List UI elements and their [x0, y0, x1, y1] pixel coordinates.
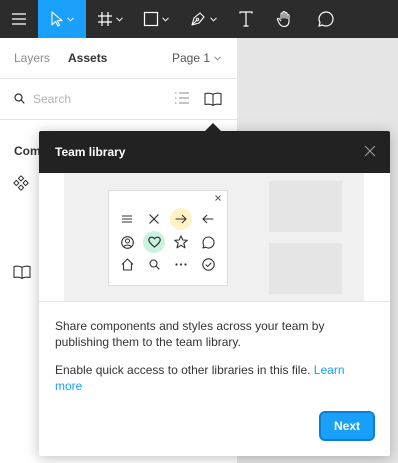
- frame-hash-icon: [97, 12, 112, 26]
- library-book-icon[interactable]: [13, 265, 31, 279]
- illustration-ellipsis-icon: [170, 253, 192, 275]
- illustration-placeholder-card: [269, 243, 342, 294]
- illustration-placeholder-card: [269, 181, 342, 232]
- list-view-icon[interactable]: [175, 92, 189, 104]
- tab-assets[interactable]: Assets: [68, 51, 107, 65]
- section-label: Com: [14, 144, 41, 158]
- hand-tool-button[interactable]: [265, 0, 305, 38]
- search-input[interactable]: [33, 90, 153, 108]
- chevron-down-icon: [162, 16, 169, 22]
- illustration-home-icon: [116, 253, 138, 275]
- illustration-close-icon: [143, 208, 165, 230]
- shape-tool-button[interactable]: [133, 0, 179, 38]
- chevron-down-icon: [67, 16, 74, 22]
- close-icon[interactable]: [364, 145, 376, 157]
- search-row: [0, 79, 237, 120]
- team-library-popover: Team library Share components and styles…: [39, 123, 390, 456]
- team-library-icon[interactable]: [204, 92, 222, 106]
- chevron-down-icon: [210, 16, 217, 22]
- illustration-speech-bubble-icon: [197, 231, 219, 253]
- popover-divider: [39, 301, 390, 302]
- popover-description-secondary: Enable quick access to other libraries i…: [55, 362, 375, 394]
- illustration-menu-icon: [116, 208, 138, 230]
- team-library-illustration: [64, 173, 364, 301]
- hand-icon: [276, 10, 290, 28]
- popover-header: Team library: [39, 131, 390, 173]
- search-icon: [14, 93, 25, 104]
- move-tool-button[interactable]: [38, 0, 86, 38]
- illustration-arrow-left-icon: [197, 208, 219, 230]
- popover-body: Share components and styles across your …: [55, 318, 375, 406]
- move-pointer-icon: [51, 11, 63, 27]
- page-selector[interactable]: Page 1: [172, 51, 221, 65]
- comment-tool-button[interactable]: [305, 0, 347, 38]
- illustration-user-circle-icon: [116, 231, 138, 253]
- popover-arrow: [205, 123, 221, 131]
- pen-tool-button[interactable]: [179, 0, 227, 38]
- close-icon: [215, 195, 221, 201]
- popover-description-text: Enable quick access to other libraries i…: [55, 363, 314, 377]
- menu-icon: [12, 13, 26, 25]
- tab-layers[interactable]: Layers: [14, 51, 50, 65]
- main-menu-button[interactable]: [0, 0, 38, 38]
- next-button[interactable]: Next: [319, 411, 375, 441]
- illustration-icon-card: [108, 190, 228, 286]
- frame-tool-button[interactable]: [86, 0, 133, 38]
- chevron-down-icon: [214, 55, 221, 61]
- text-tool-icon: [239, 11, 253, 27]
- popover-title: Team library: [55, 145, 126, 159]
- comment-icon: [318, 11, 334, 27]
- illustration-search-icon: [143, 253, 165, 275]
- toolbar: [0, 0, 398, 38]
- panel-tabs: Layers Assets Page 1: [0, 38, 237, 79]
- chevron-down-icon: [115, 16, 123, 22]
- popover-description: Share components and styles across your …: [55, 319, 325, 349]
- illustration-arrow-right-icon: [170, 208, 192, 230]
- page-selector-label: Page 1: [172, 51, 211, 65]
- text-tool-button[interactable]: [227, 0, 265, 38]
- illustration-heart-icon: [143, 231, 165, 253]
- pen-icon: [191, 12, 205, 26]
- illustration-check-circle-icon: [197, 253, 219, 275]
- rectangle-icon: [143, 11, 159, 27]
- illustration-star-icon: [170, 231, 192, 253]
- component-icon: [13, 175, 29, 191]
